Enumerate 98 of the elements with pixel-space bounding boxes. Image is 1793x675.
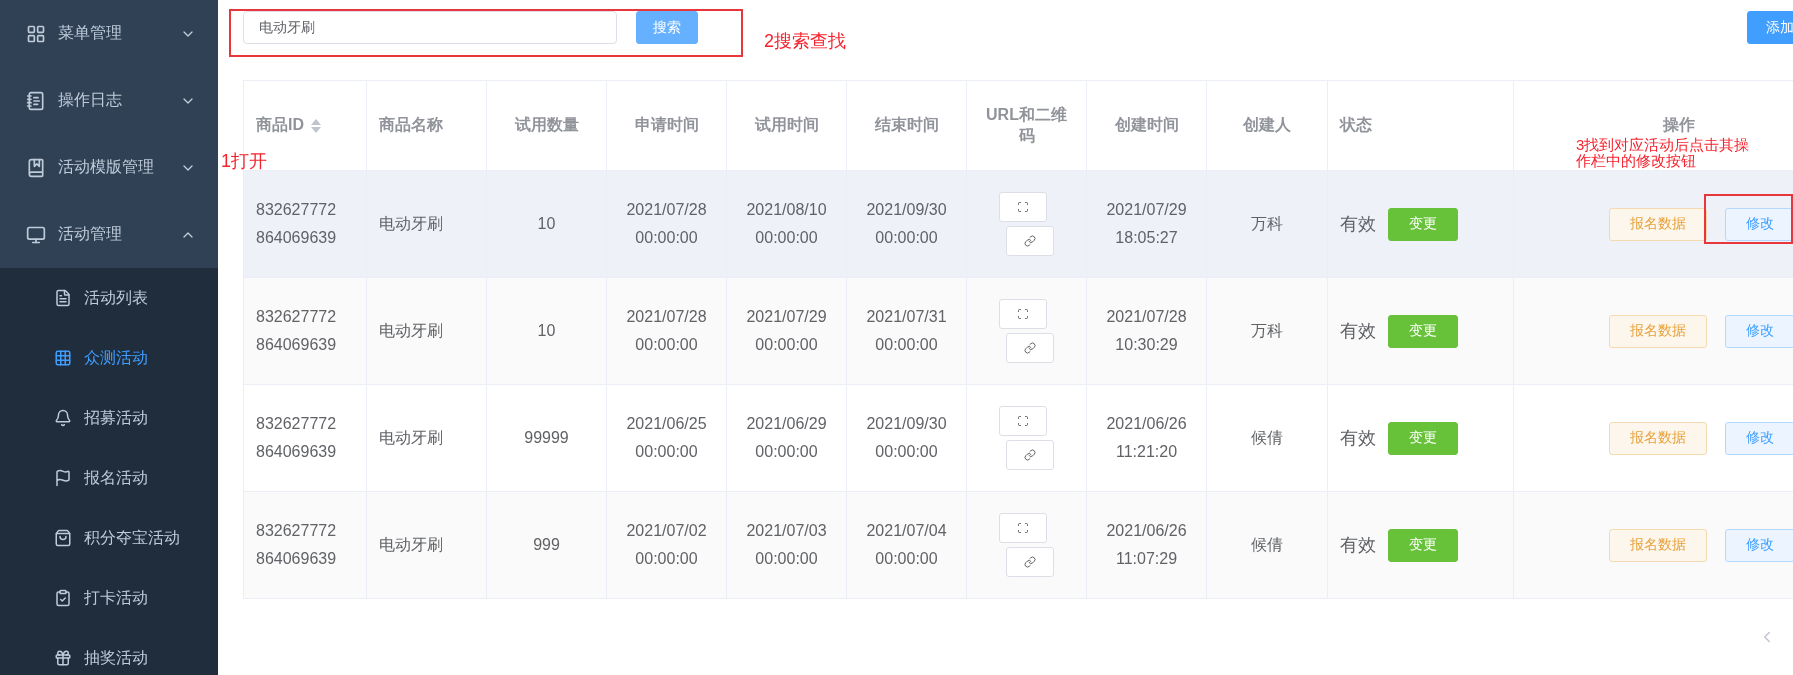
document-icon [54, 289, 72, 307]
table-cell-text: 2021/07/03 00:00:00 [745, 521, 828, 569]
menu-item[interactable]: 活动管理 [0, 201, 218, 268]
table-cell-text: 2021/06/26 11:07:29 [1105, 521, 1188, 569]
link-icon [1024, 342, 1036, 354]
table-row[interactable]: 832627772864069639 电动牙刷 999 2021/07/02 00:00:00 2021/07/03 00:00:00 2021/07/04 00:00:00 2021/06/26 11:07:29 候倩 有效 变更 报名数据 修改 [243, 491, 1793, 599]
column-header: 商品ID [256, 115, 304, 135]
menu-item[interactable]: 菜单管理 [0, 0, 218, 67]
scan-icon [1017, 201, 1029, 213]
column-header: URL和二维码 [985, 104, 1068, 146]
table-cell-text: 2021/07/28 00:00:00 [625, 200, 708, 248]
column-header: 操作 [1662, 115, 1695, 135]
scan-icon [1017, 415, 1029, 427]
qr-button[interactable] [999, 513, 1047, 543]
table-cell-text: 2021/06/26 11:21:20 [1105, 414, 1188, 462]
flag-icon [54, 469, 72, 487]
submenu-item[interactable]: 活动列表 [0, 268, 218, 328]
search-field[interactable]: 电动牙刷 [243, 11, 617, 44]
column-header: 申请时间 [634, 115, 699, 135]
status-text: 有效 [1340, 427, 1376, 450]
status-text: 有效 [1340, 320, 1376, 343]
link-button[interactable] [1006, 226, 1054, 256]
book-icon [26, 157, 46, 178]
status-text: 有效 [1340, 213, 1376, 236]
scan-icon [1017, 308, 1029, 320]
link-button[interactable] [1006, 333, 1054, 363]
annotation-text: 1打开 [221, 150, 267, 173]
bag-icon [54, 529, 72, 547]
qr-button[interactable] [999, 406, 1047, 436]
table-cell-text: 2021/06/25 00:00:00 [625, 414, 708, 462]
grid-icon [54, 349, 72, 367]
table-cell-text: 999 [533, 535, 560, 555]
qr-button[interactable] [999, 192, 1047, 222]
table-cell-text: 832627772864069639 [256, 200, 337, 248]
table-cell-text: 2021/07/28 10:30:29 [1105, 307, 1188, 355]
table-cell-text: 电动牙刷 [379, 321, 443, 341]
table-row[interactable]: 832627772864069639 电动牙刷 99999 2021/06/25 00:00:00 2021/06/29 00:00:00 2021/09/30 00:00:00 2021/06/26 11:21:20 候倩 有效 变更 报名数据 修改 [243, 384, 1793, 492]
link-icon [1024, 235, 1036, 247]
table-cell-text: 2021/06/29 00:00:00 [745, 414, 828, 462]
table-cell-text: 万科 [1251, 321, 1283, 341]
monitor-icon [26, 224, 46, 245]
table-cell-text: 2021/09/30 00:00:00 [865, 200, 948, 248]
scan-icon [1017, 522, 1029, 534]
gift-icon [54, 649, 72, 667]
table-cell-text: 2021/07/31 00:00:00 [865, 307, 948, 355]
table-row[interactable]: 832627772864069639 电动牙刷 10 2021/07/28 00:00:00 2021/08/10 00:00:00 2021/09/30 00:00:00 2021/07/29 18:05:27 万科 有效 变更 报名数据 修改 [243, 170, 1793, 278]
table-cell-text: 2021/07/29 18:05:27 [1105, 200, 1188, 248]
submenu-item[interactable]: 报名活动 [0, 448, 218, 508]
grid-icon [26, 23, 46, 44]
table-cell-text: 2021/07/02 00:00:00 [625, 521, 708, 569]
link-button[interactable] [1006, 440, 1054, 470]
menu-label: 活动模版管理 [58, 157, 155, 177]
table-row[interactable]: 832627772864069639 电动牙刷 10 2021/07/28 00:00:00 2021/07/29 00:00:00 2021/07/31 00:00:00 2021/07/28 10:30:29 万科 有效 变更 报名数据 修改 [243, 277, 1793, 385]
table-cell-text: 2021/09/30 00:00:00 [865, 414, 948, 462]
submenu-item[interactable]: 招募活动 [0, 388, 218, 448]
clipboard-check-icon [54, 589, 72, 607]
submenu-item[interactable]: 抽奖活动 [0, 628, 218, 675]
table-cell-text: 2021/08/10 00:00:00 [745, 200, 828, 248]
column-header: 创建人 [1243, 115, 1291, 135]
link-icon [1024, 449, 1036, 461]
menu-label: 菜单管理 [58, 23, 123, 43]
submenu-item[interactable]: 积分夺宝活动 [0, 508, 218, 568]
sort-icon[interactable] [310, 117, 322, 134]
qr-button[interactable] [999, 299, 1047, 329]
table-cell-text: 电动牙刷 [379, 214, 443, 234]
table-cell-text: 候倩 [1251, 428, 1283, 448]
table-cell-text: 电动牙刷 [379, 535, 443, 555]
annotation-text: 3找到对应活动后点击其操作栏中的修改按钮 [1576, 137, 1751, 169]
table-cell-text: 99999 [524, 428, 569, 448]
column-header: 状态 [1340, 115, 1372, 135]
table-cell-text: 832627772864069639 [256, 414, 337, 462]
table-cell-text: 832627772864069639 [256, 521, 337, 569]
status-text: 有效 [1340, 534, 1376, 557]
menu-item[interactable]: 操作日志 [0, 67, 218, 134]
column-header: 试用时间 [754, 115, 819, 135]
table-cell-text: 832627772864069639 [256, 307, 337, 355]
table-cell-text: 2021/07/28 00:00:00 [625, 307, 708, 355]
column-header: 试用数量 [514, 115, 579, 135]
menu-item[interactable]: 活动模版管理 [0, 134, 218, 201]
link-button[interactable] [1006, 547, 1054, 577]
submenu-item[interactable]: 打卡活动 [0, 568, 218, 628]
table-cell-text: 2021/07/04 00:00:00 [865, 521, 948, 569]
table-cell-text: 候倩 [1251, 535, 1283, 555]
column-header: 结束时间 [874, 115, 939, 135]
table-cell-text: 电动牙刷 [379, 428, 443, 448]
table-cell-text: 10 [537, 214, 556, 234]
notebook-icon [26, 90, 46, 111]
link-icon [1024, 556, 1036, 568]
annotation-text: 2搜索查找 [764, 30, 846, 53]
menu-label: 操作日志 [58, 90, 123, 110]
column-header: 创建时间 [1114, 115, 1179, 135]
column-header: 商品名称 [379, 115, 443, 135]
bell-icon [54, 409, 72, 427]
submenu-item[interactable]: 众测活动 [0, 328, 218, 388]
table-cell-text: 10 [537, 321, 556, 341]
menu-label: 活动管理 [58, 224, 123, 244]
table-cell-text: 万科 [1251, 214, 1283, 234]
table-cell-text: 2021/07/29 00:00:00 [745, 307, 828, 355]
